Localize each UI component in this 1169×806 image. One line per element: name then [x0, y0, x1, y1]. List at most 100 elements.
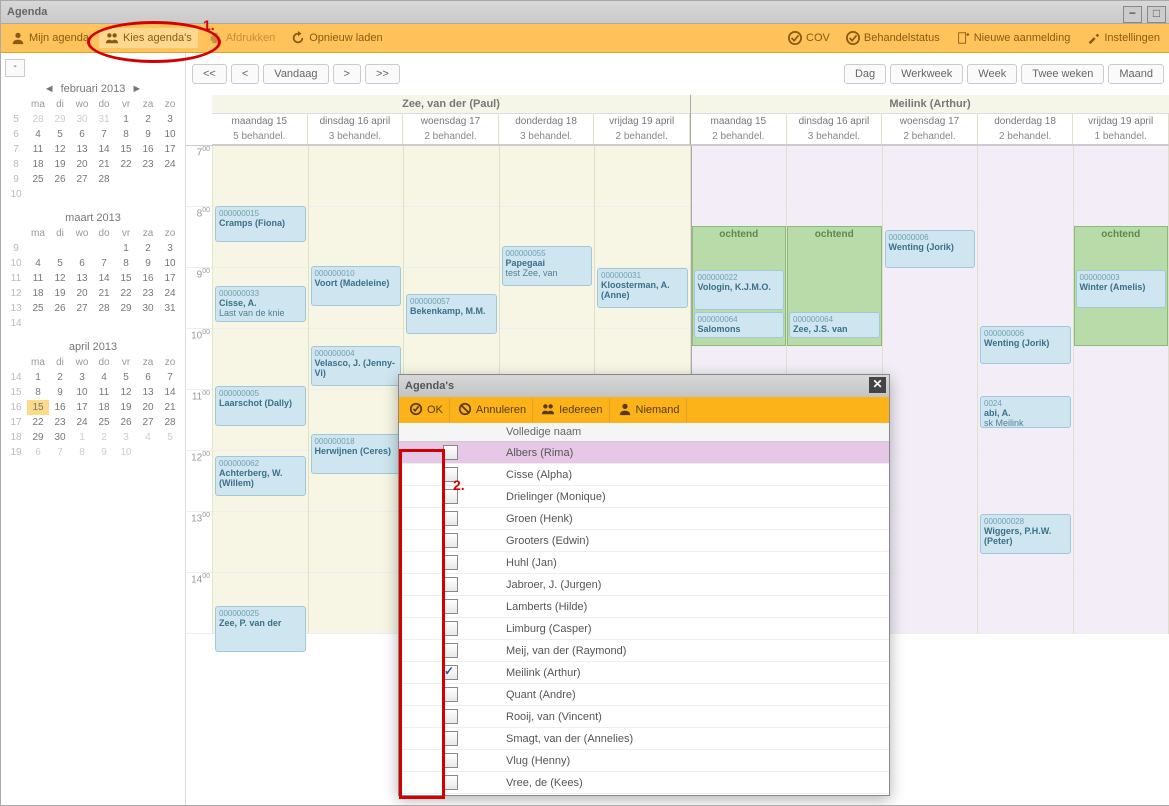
- cal-day[interactable]: 10: [115, 445, 137, 460]
- checkbox[interactable]: [443, 731, 458, 746]
- checkbox[interactable]: [443, 665, 458, 680]
- checkbox[interactable]: [443, 599, 458, 614]
- view-day-button[interactable]: Dag: [844, 64, 886, 84]
- cal-day[interactable]: 3: [71, 370, 93, 385]
- dialog-noone-button[interactable]: Niemand: [612, 399, 687, 422]
- cal-day[interactable]: 28: [93, 301, 115, 316]
- mini-calendar[interactable]: maart 2013madiwodovrzazo9123104567891011…: [5, 212, 181, 331]
- cal-day[interactable]: 7: [93, 127, 115, 142]
- appointment[interactable]: 000000064Zee, J.S. van: [789, 312, 880, 338]
- cal-day[interactable]: 4: [93, 370, 115, 385]
- checkbox[interactable]: [443, 533, 458, 548]
- reload-button[interactable]: Opnieuw laden: [285, 28, 388, 48]
- appointment[interactable]: 000000006Wenting (Jorik): [980, 326, 1071, 364]
- cal-day[interactable]: 1: [115, 112, 137, 127]
- cal-day[interactable]: [27, 241, 49, 256]
- cal-day[interactable]: 24: [159, 157, 181, 172]
- day-header[interactable]: woensdag 17: [882, 114, 978, 129]
- cal-day[interactable]: 9: [93, 445, 115, 460]
- day-column[interactable]: ochtend000000003Winter (Amelis): [1074, 146, 1169, 634]
- cal-day[interactable]: 25: [93, 415, 115, 430]
- cal-day[interactable]: 17: [159, 271, 181, 286]
- cal-day[interactable]: 7: [49, 445, 71, 460]
- checkbox[interactable]: [443, 621, 458, 636]
- day-header[interactable]: dinsdag 16 april: [787, 114, 883, 129]
- dialog-ok-button[interactable]: OK: [403, 399, 450, 422]
- cal-day[interactable]: 3: [159, 112, 181, 127]
- appointment[interactable]: 000000025Zee, P. van der: [215, 606, 306, 652]
- dialog-close-button[interactable]: ✕: [869, 377, 886, 393]
- cal-day[interactable]: 3: [115, 430, 137, 445]
- settings-button[interactable]: Instellingen: [1080, 28, 1166, 48]
- day-header[interactable]: maandag 15: [212, 114, 308, 129]
- cal-day[interactable]: 7: [93, 256, 115, 271]
- appointment[interactable]: 000000015Cramps (Fiona): [215, 206, 306, 242]
- cal-day[interactable]: 28: [27, 112, 49, 127]
- cal-day[interactable]: [115, 172, 137, 187]
- cal-day[interactable]: 19: [49, 157, 71, 172]
- agenda-row[interactable]: Albers (Rima): [399, 442, 889, 464]
- cal-day[interactable]: 6: [27, 445, 49, 460]
- cal-day[interactable]: 8: [71, 445, 93, 460]
- cal-day[interactable]: 23: [137, 286, 159, 301]
- cal-day[interactable]: 29: [115, 301, 137, 316]
- cal-day[interactable]: 31: [93, 112, 115, 127]
- appointment[interactable]: 000000033Cisse, A.Last van de knie: [215, 286, 306, 322]
- cal-day[interactable]: 8: [27, 385, 49, 400]
- cal-day[interactable]: 24: [159, 286, 181, 301]
- cal-day[interactable]: [93, 187, 115, 202]
- cal-day[interactable]: 16: [49, 400, 71, 415]
- cal-day[interactable]: [71, 187, 93, 202]
- cal-day[interactable]: 25: [27, 301, 49, 316]
- cal-day[interactable]: 16: [137, 271, 159, 286]
- cal-day[interactable]: 16: [137, 142, 159, 157]
- mini-calendar[interactable]: ◄februari 2013►madiwodovrzazo52829303112…: [5, 83, 181, 202]
- checkbox[interactable]: [443, 687, 458, 702]
- cal-day[interactable]: [137, 172, 159, 187]
- status-button[interactable]: Behandelstatus: [840, 28, 946, 48]
- appointment[interactable]: 000000057Bekenkamp, M.M.: [406, 294, 497, 334]
- cal-day[interactable]: [159, 172, 181, 187]
- cal-day[interactable]: 5: [159, 430, 181, 445]
- cal-day[interactable]: 1: [71, 430, 93, 445]
- cal-day[interactable]: [71, 316, 93, 331]
- cal-day[interactable]: 4: [27, 256, 49, 271]
- cal-day[interactable]: 11: [27, 142, 49, 157]
- cal-day[interactable]: 9: [49, 385, 71, 400]
- cal-day[interactable]: 31: [159, 301, 181, 316]
- cal-day[interactable]: 23: [49, 415, 71, 430]
- appointment[interactable]: 000000055Papegaaitest Zee, van: [502, 246, 593, 286]
- checkbox[interactable]: [443, 643, 458, 658]
- cal-day[interactable]: 27: [71, 301, 93, 316]
- cal-day[interactable]: 10: [159, 256, 181, 271]
- cal-day[interactable]: 30: [71, 112, 93, 127]
- cal-day[interactable]: [115, 187, 137, 202]
- cal-next-icon[interactable]: ►: [131, 83, 142, 95]
- agenda-row[interactable]: Cisse (Alpha): [399, 464, 889, 486]
- cal-day[interactable]: 13: [137, 385, 159, 400]
- agenda-row[interactable]: Drielinger (Monique): [399, 486, 889, 508]
- appointment[interactable]: 000000010Voort (Madeleine): [311, 266, 402, 306]
- cal-day[interactable]: [159, 316, 181, 331]
- cal-day[interactable]: 23: [137, 157, 159, 172]
- day-column[interactable]: 000000010Voort (Madeleine)000000004Velas…: [309, 146, 405, 634]
- cal-day[interactable]: [49, 241, 71, 256]
- cov-button[interactable]: COV: [782, 28, 836, 48]
- cal-day[interactable]: 18: [27, 286, 49, 301]
- cal-day[interactable]: 6: [71, 127, 93, 142]
- cal-day[interactable]: 1: [115, 241, 137, 256]
- agenda-row[interactable]: Groen (Henk): [399, 508, 889, 530]
- agenda-row[interactable]: Lamberts (Hilde): [399, 596, 889, 618]
- cal-day[interactable]: [159, 445, 181, 460]
- cal-day[interactable]: 14: [93, 142, 115, 157]
- dialog-list[interactable]: Albers (Rima)Cisse (Alpha)Drielinger (Mo…: [399, 442, 889, 795]
- cal-day[interactable]: 5: [115, 370, 137, 385]
- cal-day[interactable]: [137, 316, 159, 331]
- view-workweek-button[interactable]: Werkweek: [890, 64, 963, 84]
- checkbox[interactable]: [443, 577, 458, 592]
- cal-day[interactable]: 5: [49, 256, 71, 271]
- cal-day[interactable]: 27: [137, 415, 159, 430]
- agenda-row[interactable]: Meilink (Arthur): [399, 662, 889, 684]
- day-column[interactable]: 000000006Wenting (Jorik)0024abi, A.sk Me…: [978, 146, 1074, 634]
- cal-day[interactable]: 18: [93, 400, 115, 415]
